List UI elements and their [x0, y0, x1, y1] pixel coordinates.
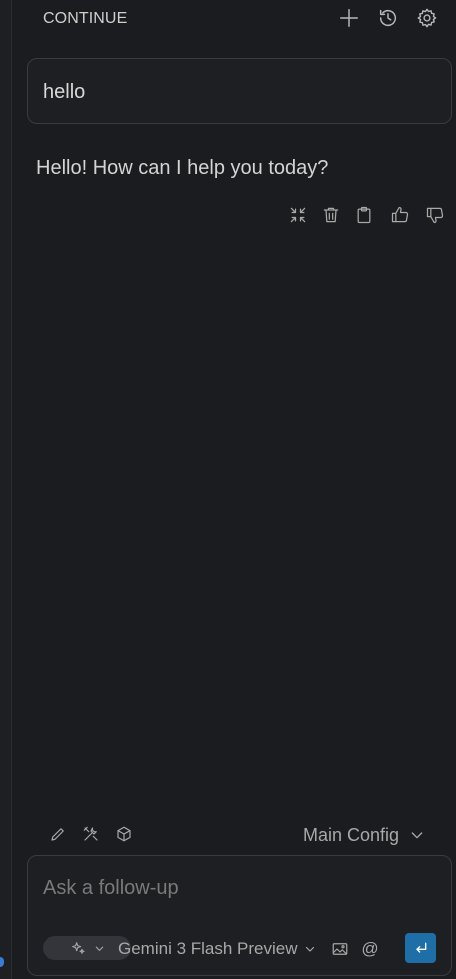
model-select[interactable]: Gemini 3 Flash Preview — [118, 938, 316, 960]
tools-button[interactable] — [79, 822, 103, 846]
chevron-down-icon — [95, 946, 103, 951]
panel-title: CONTINUE — [43, 10, 128, 27]
input-toolbar: Main Config — [40, 820, 450, 848]
tools-icon — [83, 826, 98, 841]
send-button[interactable] — [405, 933, 436, 963]
thumbs-up-button[interactable] — [387, 202, 413, 228]
chat-input-box: Gemini 3 Flash Preview @ — [27, 855, 452, 976]
assistant-message: Hello! How can I help you today? — [36, 157, 329, 179]
trash-icon — [323, 207, 339, 223]
mention-button[interactable]: @ — [359, 938, 381, 960]
rail-indicator — [0, 957, 4, 967]
history-button[interactable] — [376, 6, 400, 30]
chat-input[interactable] — [43, 874, 433, 902]
thumbs-down-button[interactable] — [422, 202, 448, 228]
enter-icon — [415, 942, 426, 953]
delete-button[interactable] — [318, 202, 344, 228]
continue-panel: CONTINUE hello Hello! How can I help you… — [0, 0, 456, 979]
user-message[interactable]: hello — [27, 58, 452, 124]
gear-icon — [417, 8, 437, 28]
new-session-button[interactable] — [337, 6, 361, 30]
edit-button[interactable] — [46, 822, 70, 846]
chevron-down-icon — [305, 946, 314, 952]
collapse-button[interactable] — [285, 202, 311, 228]
config-label: Main Config — [303, 824, 400, 845]
attach-image-button[interactable] — [329, 938, 351, 960]
thumbs-down-icon — [426, 207, 444, 224]
config-select[interactable]: Main Config — [303, 823, 425, 847]
plus-icon — [340, 9, 358, 27]
settings-button[interactable] — [415, 6, 439, 30]
chevron-down-icon — [411, 832, 423, 839]
collapse-icon — [290, 207, 306, 223]
thumbs-up-icon — [391, 206, 409, 223]
history-icon — [379, 9, 397, 27]
pencil-icon — [51, 828, 64, 841]
image-icon — [332, 943, 348, 955]
model-label: Gemini 3 Flash Preview — [118, 939, 298, 958]
left-rail — [0, 0, 12, 979]
cube-icon — [117, 826, 131, 842]
user-message-text: hello — [43, 81, 86, 103]
clipboard-icon — [357, 206, 371, 224]
context-button[interactable] — [112, 822, 136, 846]
sparkle-icon — [71, 942, 85, 954]
copy-button[interactable] — [351, 202, 377, 228]
panel-header: CONTINUE — [12, 0, 456, 38]
at-icon: @ — [361, 939, 379, 958]
